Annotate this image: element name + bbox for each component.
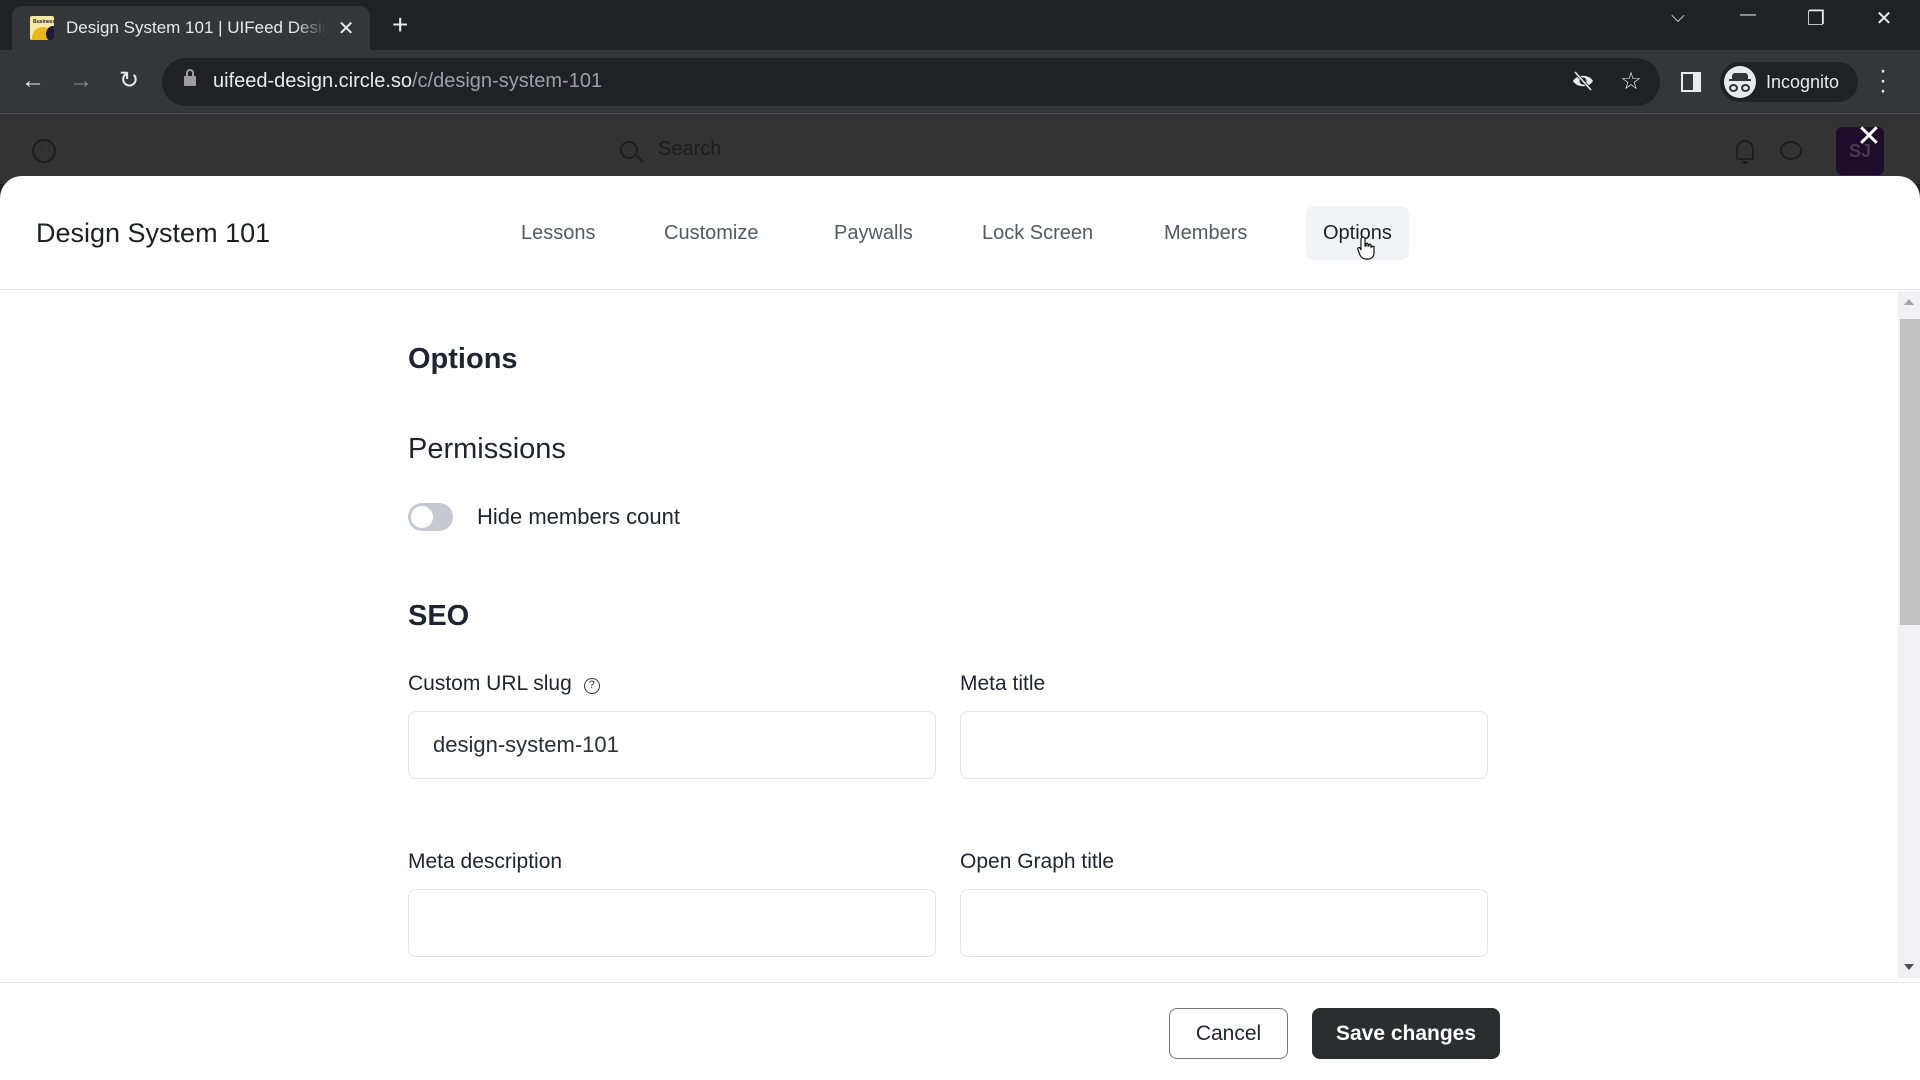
incognito-label: Incognito (1766, 71, 1840, 92)
incognito-profile-button[interactable]: Incognito (1720, 62, 1858, 102)
search-placeholder: Search (658, 138, 722, 160)
incognito-icon (1724, 66, 1756, 98)
search-icon (620, 140, 638, 159)
lock-icon[interactable] (184, 69, 196, 88)
scroll-up-arrow-icon[interactable] (1904, 299, 1914, 305)
hide-members-count-label: Hide members count (477, 504, 680, 529)
site-favicon-icon: Business (30, 16, 54, 40)
url-path: /c/design-system-101 (412, 70, 603, 92)
browser-menu-icon[interactable]: · · · (1878, 59, 1888, 103)
options-content: Options Permissions Hide members count S… (0, 291, 1898, 978)
browser-tab[interactable]: Business Design System 101 | UIFeed Desi… (12, 6, 370, 50)
tab-members[interactable]: Members (1147, 206, 1264, 260)
custom-url-slug-label-text: Custom URL slug (408, 672, 572, 695)
toggle-knob (411, 506, 433, 528)
minimize-button[interactable]: — (1728, 6, 1768, 24)
eye-off-icon[interactable] (1571, 70, 1595, 98)
tab-lessons[interactable]: Lessons (504, 206, 613, 260)
tab-lock-screen[interactable]: Lock Screen (965, 206, 1110, 260)
open-graph-title-label: Open Graph title (960, 850, 1115, 873)
settings-tabs: Lessons Customize Paywalls Lock Screen M… (0, 206, 1920, 260)
content-scrollbar[interactable] (1898, 291, 1920, 978)
scroll-down-arrow-icon[interactable] (1904, 964, 1914, 970)
hide-members-count-toggle[interactable] (408, 503, 453, 531)
tab-search-chevron-icon[interactable]: ⌵ (1658, 6, 1698, 27)
modal-footer: Cancel Save changes (0, 982, 1920, 1080)
permissions-heading: Permissions (408, 433, 566, 465)
address-bar[interactable]: uifeed-design.circle.so/c/design-system-… (162, 58, 1660, 106)
window-close-button[interactable]: ✕ (1864, 6, 1904, 31)
space-settings-modal: Design System 101 Lessons Customize Payw… (0, 176, 1920, 1080)
forward-arrow-icon[interactable]: → (63, 64, 99, 100)
restore-button[interactable]: ❐ (1796, 6, 1836, 31)
seo-heading: SEO (408, 600, 470, 632)
url-text[interactable]: uifeed-design.circle.so/c/design-system-… (213, 70, 602, 93)
reload-icon[interactable]: ↻ (111, 64, 147, 100)
search-bar[interactable]: Search (620, 138, 721, 161)
options-heading: Options (408, 343, 518, 375)
app-header: Search SJ ✕ (0, 114, 1920, 184)
chat-bubble-icon[interactable] (1780, 141, 1802, 160)
meta-description-input[interactable] (408, 889, 936, 957)
open-graph-title-input[interactable] (960, 889, 1488, 957)
browser-tab-title: Design System 101 | UIFeed Design (66, 18, 327, 37)
help-circle-icon[interactable]: ? (583, 678, 600, 694)
tab-customize[interactable]: Customize (647, 206, 775, 260)
scrollbar-thumb[interactable] (1900, 319, 1920, 625)
custom-url-slug-label: Custom URL slug? (408, 672, 600, 696)
browser-toolbar: ← → ↻ uifeed-design.circle.so/c/design-s… (0, 50, 1920, 114)
meta-title-input[interactable] (960, 711, 1488, 779)
pointer-cursor-icon (1357, 236, 1375, 266)
side-panel-icon[interactable] (1681, 72, 1701, 92)
browser-tab-strip: Business Design System 101 | UIFeed Desi… (0, 0, 1920, 50)
modal-close-icon[interactable]: ✕ (1854, 122, 1884, 152)
notifications-bell-icon[interactable] (1736, 140, 1754, 164)
tab-close-icon[interactable]: ✕ (336, 16, 356, 41)
bookmark-star-icon[interactable]: ☆ (1619, 67, 1643, 96)
url-domain: uifeed-design.circle.so (213, 70, 412, 92)
community-logo-icon[interactable] (32, 139, 56, 163)
save-changes-button[interactable]: Save changes (1312, 1008, 1500, 1059)
meta-title-label: Meta title (960, 672, 1046, 695)
back-arrow-icon[interactable]: ← (15, 64, 51, 100)
modal-header: Design System 101 Lessons Customize Payw… (0, 176, 1920, 290)
tab-paywalls[interactable]: Paywalls (817, 206, 930, 260)
cancel-button[interactable]: Cancel (1169, 1008, 1288, 1059)
new-tab-button[interactable]: + (392, 10, 408, 40)
meta-description-label: Meta description (408, 850, 563, 873)
custom-url-slug-input[interactable] (408, 711, 936, 779)
